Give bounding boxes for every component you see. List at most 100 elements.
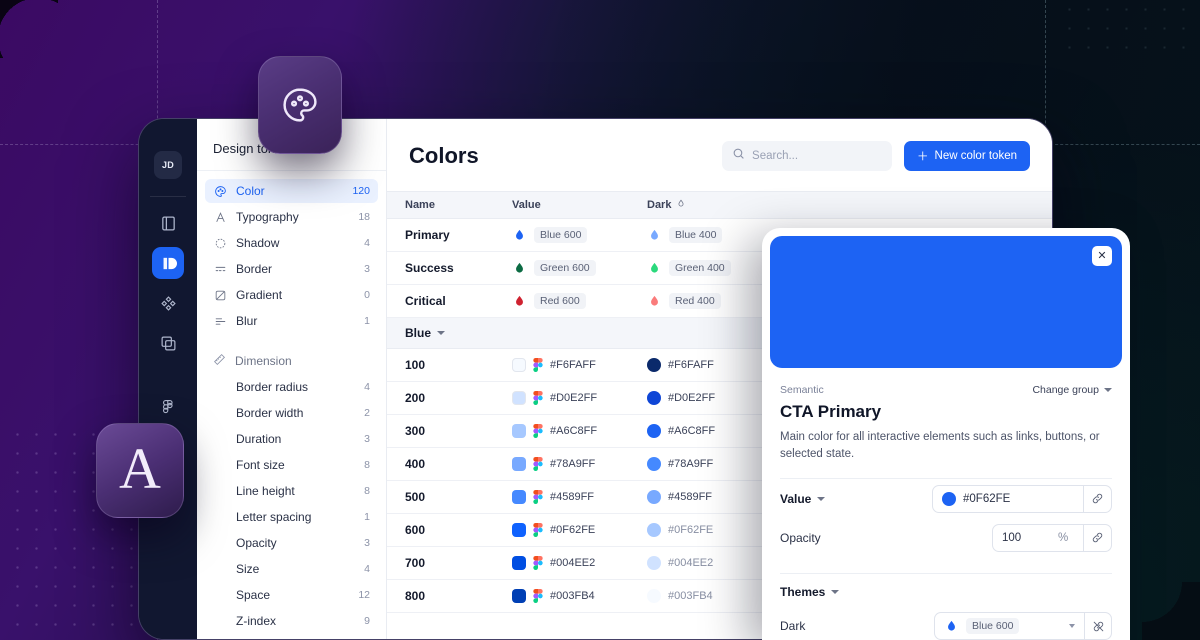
sidebar-item-duration[interactable]: Duration 3 <box>205 427 378 451</box>
sidebar-item-shadow[interactable]: Shadow 4 <box>205 231 378 255</box>
column-header-dark-label: Dark <box>647 199 671 211</box>
token-value-cell: Blue 600 <box>512 227 647 243</box>
value-swatch <box>512 556 526 570</box>
figma-icon <box>533 523 543 537</box>
layers-icon[interactable] <box>152 327 184 359</box>
sidebar-item-font-size[interactable]: Font size 8 <box>205 453 378 477</box>
sidebar-item-blur[interactable]: Blur 1 <box>205 309 378 333</box>
sidebar-group-label: Dimension <box>235 354 292 368</box>
token-value-cell: #0F62FE <box>512 523 647 537</box>
table-header-row: Name Value Dark <box>387 191 1052 219</box>
token-hex: #D0E2FF <box>550 392 597 404</box>
sidebar-item-count: 1 <box>364 511 370 523</box>
sidebar-group-dimension[interactable]: Dimension <box>205 349 378 373</box>
sidebar-item-border-width[interactable]: Border width 2 <box>205 401 378 425</box>
color-drop-icon <box>647 294 662 309</box>
themes-section-header[interactable]: Themes <box>780 574 1112 610</box>
token-hex: #F6FAFF <box>550 359 596 371</box>
dot-grid-pattern-top <box>1060 0 1200 60</box>
close-icon[interactable]: ✕ <box>1092 246 1112 266</box>
sidebar-item-count: 120 <box>352 185 370 197</box>
sidebar-item-border-radius[interactable]: Border radius 4 <box>205 375 378 399</box>
column-header-value: Value <box>512 199 647 211</box>
book-icon[interactable] <box>152 207 184 239</box>
color-drop-icon <box>647 261 662 276</box>
sidebar-item-size[interactable]: Size 4 <box>205 557 378 581</box>
sidebar-item-label: Letter spacing <box>236 510 364 524</box>
opacity-input-group[interactable]: 100 % <box>992 524 1112 552</box>
sidebar-item-gradient[interactable]: Gradient 0 <box>205 283 378 307</box>
sidebar-item-count: 3 <box>364 433 370 445</box>
value-swatch <box>512 457 526 471</box>
rail-divider <box>150 196 186 197</box>
link-icon[interactable] <box>1083 525 1111 551</box>
token-dark-chip: Green 400 <box>669 260 731 276</box>
change-group-button[interactable]: Change group <box>1032 384 1112 396</box>
token-value-chip: Red 600 <box>534 293 586 309</box>
value-hex-cell[interactable]: #0F62FE <box>933 486 1083 512</box>
value-field-row: Value #0F62FE <box>780 479 1112 518</box>
chevron-down-icon <box>1104 388 1112 392</box>
blur-icon <box>213 314 227 328</box>
token-value-cell: Green 600 <box>512 260 647 276</box>
sidebar-item-label: Line height <box>236 484 364 498</box>
value-field-label[interactable]: Value <box>780 492 932 506</box>
sidebar-item-count: 4 <box>364 381 370 393</box>
token-hex: #003FB4 <box>550 590 595 602</box>
token-dark-hex: #F6FAFF <box>668 359 714 371</box>
theme-value-group[interactable]: Blue 600 <box>934 612 1112 640</box>
palette-icon <box>279 84 321 126</box>
token-hex: #004EE2 <box>550 557 595 569</box>
sidebar-item-label: Shadow <box>236 236 355 250</box>
dark-swatch <box>647 391 661 405</box>
token-value-cell: #78A9FF <box>512 457 647 471</box>
value-input-group[interactable]: #0F62FE <box>932 485 1112 513</box>
sidebar-item-count: 1 <box>364 315 370 327</box>
sidebar-item-count: 3 <box>364 537 370 549</box>
sidebar-item-label: Typography <box>236 210 349 224</box>
background-stage: JD <box>0 0 1200 640</box>
token-category-label: Semantic <box>780 384 1032 396</box>
column-header-dark: Dark <box>647 199 1052 212</box>
search-box[interactable] <box>722 141 892 171</box>
new-color-token-button[interactable]: ＋ New color token <box>904 141 1030 171</box>
sidebar-item-typography[interactable]: Typography 18 <box>205 205 378 229</box>
token-name: 500 <box>387 490 512 504</box>
panel-body: Semantic Change group CTA Primary Main c… <box>762 368 1130 640</box>
search-input[interactable] <box>752 150 882 162</box>
dark-swatch <box>647 523 661 537</box>
token-dark-hex: #4589FF <box>668 491 712 503</box>
token-title: CTA Primary <box>780 402 1112 422</box>
token-value-cell: #D0E2FF <box>512 391 647 405</box>
link-icon[interactable] <box>1083 486 1111 512</box>
opacity-value-cell[interactable]: 100 <box>993 525 1049 551</box>
change-group-label: Change group <box>1032 384 1099 396</box>
sidebar-item-opacity[interactable]: Opacity 3 <box>205 531 378 555</box>
sidebar-item-letter-spacing[interactable]: Letter spacing 1 <box>205 505 378 529</box>
sidebar-item-z-index[interactable]: Z-index 9 <box>205 609 378 633</box>
figma-icon <box>533 589 543 603</box>
sidebar-item-line-height[interactable]: Line height 8 <box>205 479 378 503</box>
letter-glyph: A <box>119 440 161 502</box>
token-description: Main color for all interactive elements … <box>780 429 1112 462</box>
sidebar-item-color[interactable]: Color 120 <box>205 179 378 203</box>
sidebar-item-count: 4 <box>364 563 370 575</box>
components-icon[interactable] <box>152 287 184 319</box>
figma-icon <box>533 457 543 471</box>
sidebar-item-count: 12 <box>358 589 370 601</box>
page-title: Colors <box>409 143 710 169</box>
figma-icon[interactable] <box>152 389 184 421</box>
unlink-icon[interactable] <box>1084 612 1112 640</box>
theme-drop-icon <box>676 199 686 212</box>
avatar[interactable]: JD <box>154 151 182 179</box>
token-value-chip: Blue 600 <box>534 227 587 243</box>
sidebar-item-border[interactable]: Border 3 <box>205 257 378 281</box>
sidebar-item-space[interactable]: Space 12 <box>205 583 378 607</box>
theme-select[interactable]: Blue 600 <box>934 612 1084 640</box>
value-label-text: Value <box>780 492 811 506</box>
color-drop-icon <box>512 261 527 276</box>
sidebar-nav: Color 120 Typography 18 <box>197 171 386 635</box>
token-detail-panel: ✕ Semantic Change group CTA Primary Main… <box>762 228 1130 640</box>
palette-swatch-icon[interactable] <box>152 247 184 279</box>
search-icon <box>732 147 745 165</box>
